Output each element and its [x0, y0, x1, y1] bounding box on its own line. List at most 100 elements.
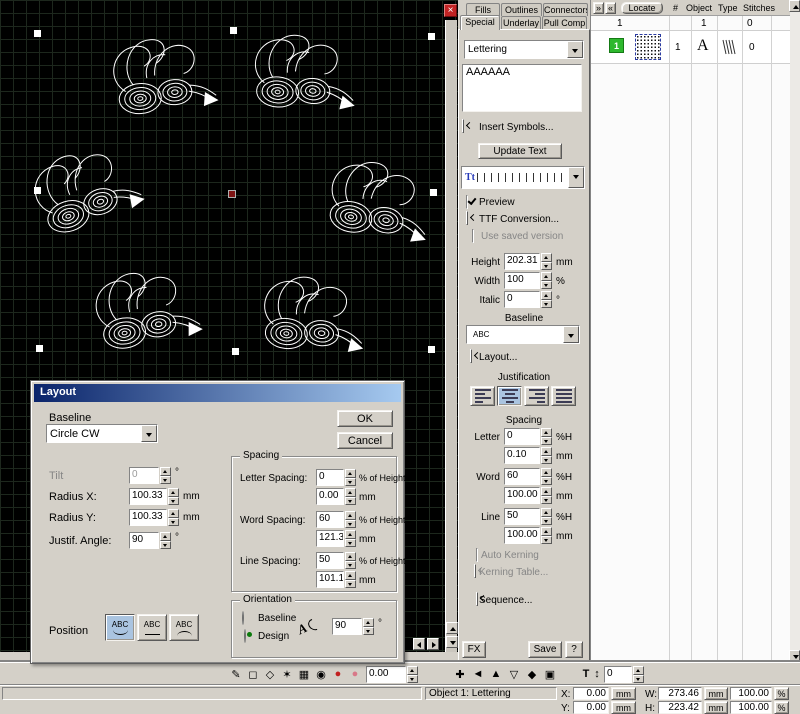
- scroll-down-button[interactable]: [446, 636, 458, 648]
- spin-up-button[interactable]: [541, 291, 552, 300]
- spin-up-button[interactable]: [345, 530, 356, 539]
- h-percent-button[interactable]: %: [774, 701, 789, 714]
- w-percent-button[interactable]: %: [774, 687, 789, 700]
- insert-symbols-button[interactable]: Insert Symbols...: [479, 122, 553, 133]
- selection-handle[interactable]: [34, 187, 41, 194]
- spin-up-button[interactable]: [541, 253, 552, 262]
- line-spacing-mm-input[interactable]: 100.00: [504, 527, 552, 544]
- justify-left-button[interactable]: [470, 386, 495, 406]
- word-spacing-pct-input[interactable]: 60: [316, 511, 356, 528]
- selection-handle[interactable]: [232, 348, 239, 355]
- save-button[interactable]: Save: [528, 641, 562, 658]
- fx-button[interactable]: FX: [462, 641, 486, 658]
- orientation-angle-input[interactable]: 90: [332, 618, 374, 635]
- letter-spacing-mm-input[interactable]: 0.00: [316, 488, 356, 505]
- sequence-chevron-button[interactable]: [476, 592, 478, 606]
- dialog-titlebar[interactable]: Layout: [34, 384, 401, 402]
- x-unit-button[interactable]: mm: [611, 687, 636, 700]
- spin-up-button[interactable]: [160, 532, 171, 541]
- canvas-vertical-scrollbar[interactable]: [445, 20, 457, 652]
- object-type-dropdown[interactable]: Lettering: [464, 40, 584, 59]
- h-unit-button[interactable]: mm: [704, 701, 728, 714]
- spin-up-button[interactable]: [345, 511, 356, 520]
- radius-y-input[interactable]: 100.33: [129, 509, 179, 526]
- h-percent-field[interactable]: 100.00: [730, 701, 772, 714]
- column-header-stitches[interactable]: Stitches: [743, 3, 775, 13]
- embroidery-object[interactable]: [80, 258, 210, 368]
- star-icon[interactable]: ✶: [279, 666, 295, 682]
- tab-underlay[interactable]: Underlay: [501, 16, 541, 29]
- word-spacing-mm-input[interactable]: 100.00: [504, 487, 552, 504]
- box-icon[interactable]: ▣: [542, 666, 558, 682]
- needle-icon[interactable]: ✚: [452, 666, 468, 682]
- spin-down-button[interactable]: [345, 580, 356, 589]
- spin-down-button[interactable]: [168, 518, 179, 527]
- red-stop-icon[interactable]: ●: [330, 666, 346, 682]
- spin-up-button[interactable]: [345, 552, 356, 561]
- diamond-icon[interactable]: ◆: [524, 666, 540, 682]
- x-value-field[interactable]: 0.00: [573, 687, 609, 700]
- word-spacing-mm-input[interactable]: 121.3: [316, 530, 356, 547]
- y-value-field[interactable]: 0.00: [573, 701, 609, 714]
- baseline-dropdown[interactable]: ABC: [466, 325, 580, 344]
- spin-down-button[interactable]: [345, 561, 356, 570]
- scroll-up-button[interactable]: [789, 0, 800, 12]
- offset-input[interactable]: 0.00: [366, 666, 418, 683]
- justify-center-button[interactable]: [497, 386, 522, 406]
- spin-down-button[interactable]: [541, 517, 552, 526]
- layout-button[interactable]: Layout...: [479, 352, 517, 363]
- selection-handle[interactable]: [36, 345, 43, 352]
- spin-up-button[interactable]: [541, 428, 552, 437]
- spin-down-button[interactable]: [541, 281, 552, 290]
- column-header-number[interactable]: #: [673, 3, 678, 13]
- spin-down-button[interactable]: [168, 497, 179, 506]
- position-straight-button[interactable]: ABC: [137, 614, 167, 641]
- embroidery-object[interactable]: [239, 25, 365, 129]
- width-input[interactable]: 100: [504, 272, 552, 289]
- scroll-down-button[interactable]: [789, 650, 800, 662]
- lettering-text-input[interactable]: AAAAAA: [462, 64, 582, 112]
- selection-handle[interactable]: [230, 27, 237, 34]
- locate-button[interactable]: Locate: [621, 2, 663, 14]
- spin-up-button[interactable]: [407, 666, 418, 675]
- spin-down-button[interactable]: [345, 520, 356, 529]
- h-value-field[interactable]: 223.42: [658, 701, 702, 714]
- panel-collapse-button[interactable]: «: [605, 2, 616, 14]
- spin-down-button[interactable]: [633, 675, 644, 684]
- spin-up-button[interactable]: [633, 666, 644, 675]
- spin-up-button[interactable]: [541, 508, 552, 517]
- ttf-conversion-chevron-button[interactable]: [466, 211, 468, 225]
- justif-angle-input[interactable]: 90: [129, 532, 171, 549]
- tab-outlines[interactable]: Outlines: [501, 3, 542, 16]
- spin-up-button[interactable]: [168, 509, 179, 518]
- embroidery-object[interactable]: [247, 266, 374, 372]
- spin-down-button[interactable]: [541, 456, 552, 465]
- triangle-up-icon[interactable]: ▲: [488, 666, 504, 682]
- object-thumbnail[interactable]: [635, 34, 661, 60]
- w-unit-button[interactable]: mm: [704, 687, 728, 700]
- baseline-combo[interactable]: Circle CW: [46, 424, 158, 443]
- justify-full-button[interactable]: [551, 386, 576, 406]
- spin-up-button[interactable]: [345, 571, 356, 580]
- reshape-icon[interactable]: ✎: [228, 666, 244, 682]
- spin-down-button[interactable]: [541, 496, 552, 505]
- object-list-scrollbar[interactable]: [790, 0, 800, 662]
- target-icon[interactable]: ◉: [313, 666, 329, 682]
- letter-spacing-pct-input[interactable]: 0: [504, 428, 552, 445]
- grid-icon[interactable]: ▦: [296, 666, 312, 682]
- line-spacing-pct-input[interactable]: 50: [504, 508, 552, 525]
- spin-down-button[interactable]: [541, 300, 552, 309]
- ok-button[interactable]: OK: [337, 410, 393, 427]
- ttf-conversion-button[interactable]: TTF Conversion...: [479, 214, 559, 225]
- line-spacing-pct-input[interactable]: 50: [316, 552, 356, 569]
- help-button[interactable]: ?: [565, 641, 583, 658]
- spin-down-button[interactable]: [407, 675, 418, 684]
- dropdown-arrow-icon[interactable]: [568, 167, 584, 188]
- sequence-button[interactable]: Sequence...: [479, 595, 532, 606]
- speaker-icon[interactable]: ◄: [470, 666, 486, 682]
- height-input[interactable]: 202.31: [504, 253, 552, 270]
- embroidery-object[interactable]: [310, 147, 445, 263]
- dropdown-arrow-icon[interactable]: [563, 326, 579, 343]
- spin-down-button[interactable]: [541, 437, 552, 446]
- scroll-up-button[interactable]: [446, 622, 458, 634]
